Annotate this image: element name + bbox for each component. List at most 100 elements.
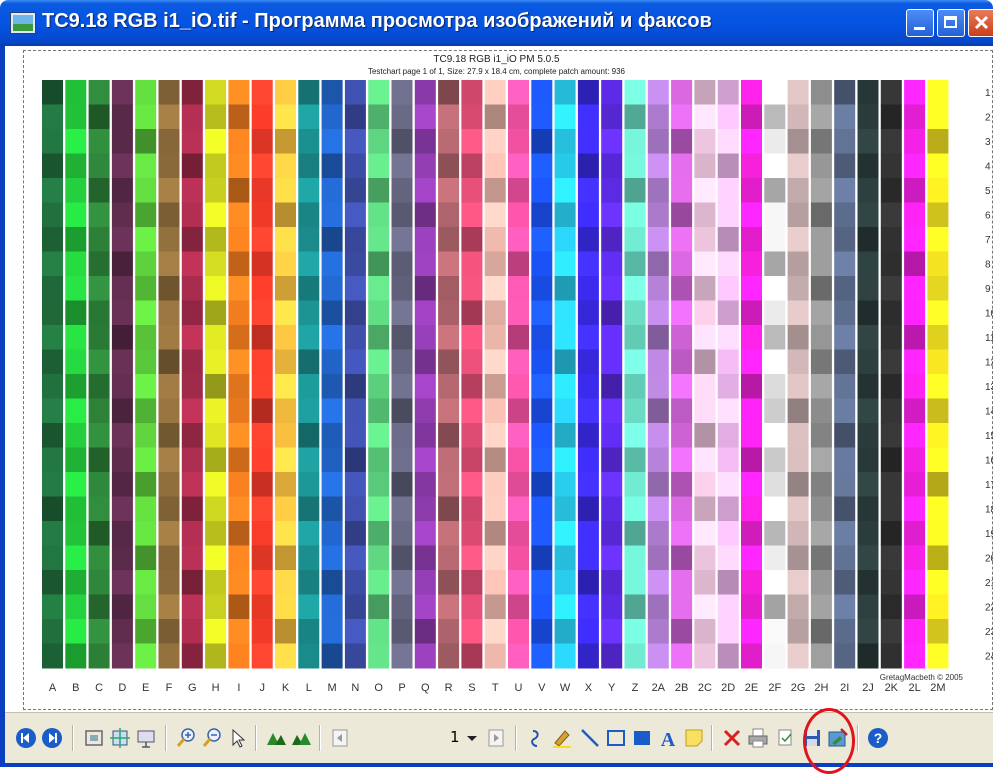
color-patch (275, 447, 296, 473)
color-patch (111, 129, 133, 154)
color-patch (601, 521, 623, 546)
color-patch (717, 153, 739, 179)
color-patch (65, 251, 87, 277)
color-patch (554, 398, 576, 424)
color-patch (158, 545, 180, 571)
previous-image-button[interactable] (15, 727, 37, 749)
rotate-clockwise-button[interactable] (265, 727, 287, 749)
column-label: V (538, 682, 546, 694)
delete-button[interactable] (721, 727, 743, 749)
color-patch (717, 447, 739, 473)
color-patch (857, 251, 879, 277)
color-patch (438, 227, 460, 252)
slideshow-button[interactable] (135, 727, 157, 749)
color-patch (135, 423, 157, 448)
color-patch (880, 276, 902, 301)
highlighter-button[interactable] (551, 727, 573, 749)
hollow-rectangle-button[interactable] (605, 727, 627, 749)
page-number[interactable]: 1 (450, 728, 460, 746)
print-button[interactable] (747, 727, 769, 749)
color-patch (577, 472, 599, 497)
color-patch (717, 129, 739, 154)
color-patch (158, 398, 180, 424)
pointer-button[interactable] (227, 727, 249, 749)
color-patch (508, 423, 529, 448)
color-patch (764, 349, 786, 375)
next-image-button[interactable] (41, 727, 63, 749)
color-patch (741, 227, 762, 252)
svg-text:?: ? (874, 730, 883, 746)
color-patch (624, 349, 646, 375)
color-patch (205, 129, 227, 154)
copy-button[interactable] (775, 727, 797, 749)
color-patch (904, 300, 926, 326)
line-button[interactable] (579, 727, 601, 749)
color-patch (764, 300, 786, 326)
chevron-down-icon[interactable] (461, 727, 483, 749)
color-patch (508, 643, 529, 669)
color-patch (135, 643, 157, 669)
color-patch (275, 619, 296, 644)
actual-size-button[interactable] (109, 727, 131, 749)
color-patch (857, 178, 879, 203)
next-page-button[interactable] (485, 727, 507, 749)
color-patch (251, 570, 273, 595)
color-patch (834, 300, 856, 326)
color-patch (251, 80, 273, 105)
color-patch (554, 178, 576, 203)
color-patch (111, 153, 133, 179)
color-patch (158, 423, 180, 448)
color-patch (205, 227, 227, 252)
color-patch (741, 251, 762, 277)
color-patch (298, 496, 320, 522)
color-patch (671, 325, 693, 350)
color-patch (461, 619, 483, 644)
column-label: C (95, 682, 103, 694)
color-patch (321, 251, 343, 277)
color-patch (228, 153, 250, 179)
color-patch (624, 398, 646, 424)
color-patch (251, 472, 273, 497)
color-patch (111, 545, 133, 571)
color-patch (42, 325, 63, 350)
color-patch (461, 153, 483, 179)
color-patch (741, 80, 762, 105)
best-fit-button[interactable] (83, 727, 105, 749)
color-patch (554, 374, 576, 399)
color-patch (857, 276, 879, 301)
color-patch (298, 570, 320, 595)
color-patch (228, 423, 250, 448)
color-patch (671, 570, 693, 595)
color-patch (508, 349, 529, 375)
color-patch (88, 129, 110, 154)
color-patch (438, 374, 460, 399)
text-button[interactable]: A (657, 727, 679, 749)
color-patch (484, 276, 506, 301)
color-patch (484, 153, 506, 179)
help-button[interactable]: ? (867, 727, 889, 749)
color-patch (42, 423, 63, 448)
color-patch (414, 300, 436, 326)
color-patch (344, 251, 366, 277)
color-patch (228, 300, 250, 326)
color-patch (671, 300, 693, 326)
color-patch (834, 80, 856, 105)
zoom-in-button[interactable] (175, 727, 197, 749)
color-patch (298, 423, 320, 448)
color-patch (764, 594, 786, 620)
freehand-button[interactable] (525, 727, 547, 749)
column-label: 2K (885, 682, 899, 694)
filled-rectangle-button[interactable] (631, 727, 653, 749)
note-button[interactable] (683, 727, 705, 749)
color-patch (904, 619, 926, 644)
color-patch (414, 398, 436, 424)
color-patch (42, 545, 63, 571)
previous-page-button[interactable] (329, 727, 351, 749)
zoom-out-button[interactable] (201, 727, 223, 749)
color-patch (205, 398, 227, 424)
color-patch (298, 104, 320, 130)
color-patch (321, 349, 343, 375)
rotate-counterclockwise-button[interactable] (291, 727, 313, 749)
color-patch (904, 398, 926, 424)
color-patch (65, 472, 87, 497)
